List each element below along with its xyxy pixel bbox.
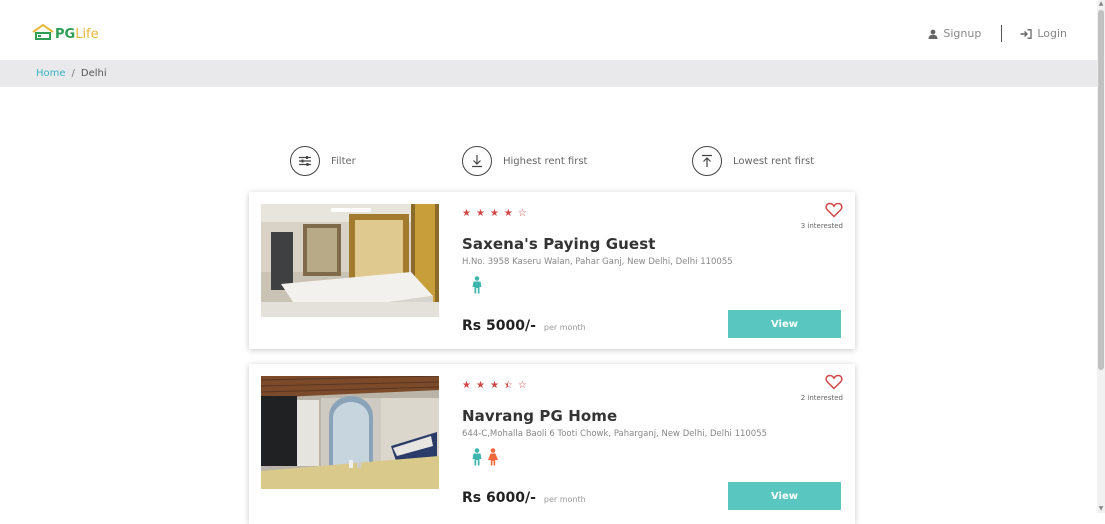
scroll-down-icon[interactable]: ▼	[1097, 505, 1105, 513]
property-card: ★ ★ ★ ★ ☆ 3 interested Saxena's Paying G…	[249, 192, 855, 349]
interested-box: 3 interested	[783, 202, 843, 230]
heart-icon[interactable]	[825, 374, 843, 394]
scroll-up-icon[interactable]: ▲	[1097, 0, 1105, 8]
interested-count: 3 interested	[800, 222, 843, 230]
gender-icons	[471, 276, 483, 294]
rent: Rs 5000/- per month	[462, 318, 586, 334]
signup-link[interactable]: Signup	[928, 27, 981, 40]
breadcrumb-separator: /	[71, 68, 75, 79]
logo-life: Life	[75, 27, 99, 42]
property-image	[261, 376, 439, 489]
login-link[interactable]: Login	[1020, 27, 1067, 40]
rent-amount: Rs 6000/-	[462, 490, 536, 506]
signup-label: Signup	[943, 27, 982, 40]
rent: Rs 6000/- per month	[462, 490, 586, 506]
header: PGLife Signup Login	[0, 0, 1097, 60]
interested-count: 2 interested	[800, 394, 843, 402]
user-icon	[928, 29, 938, 39]
sort-lowest-label: Lowest rent first	[733, 155, 815, 167]
breadcrumb: Home / Delhi	[0, 60, 1097, 87]
property-card: ★ ★ ★ ☆ ★ ☆ 2 interested Navrang PG Home…	[249, 364, 855, 524]
view-button[interactable]: View	[728, 310, 841, 338]
star-half-icon: ☆ ★	[503, 380, 513, 391]
scroll-thumb[interactable]	[1098, 10, 1104, 370]
female-icon	[488, 448, 498, 466]
star-outline-icon: ☆	[517, 208, 527, 219]
sign-in-icon	[1020, 28, 1032, 39]
interested-box: 2 interested	[783, 374, 843, 402]
login-label: Login	[1037, 27, 1067, 40]
star-filled-icon: ★	[462, 380, 471, 391]
nav-divider	[1001, 25, 1003, 42]
rent-unit: per month	[543, 495, 586, 504]
star-filled-icon: ★	[462, 208, 471, 219]
sort-highest-label: Highest rent first	[503, 155, 588, 167]
property-name: Navrang PG Home	[462, 407, 618, 425]
star-filled-icon: ★	[475, 380, 485, 391]
star-outline-icon: ☆	[517, 380, 527, 391]
filter-label: Filter	[331, 155, 356, 167]
star-filled-icon: ★	[503, 208, 513, 219]
star-filled-icon: ★	[475, 208, 485, 219]
rating-stars: ★ ★ ★ ☆ ★ ☆	[462, 380, 527, 391]
heart-icon[interactable]	[825, 202, 843, 222]
filter-icon	[290, 146, 320, 176]
sort-highest-button[interactable]: Highest rent first	[462, 146, 587, 176]
property-address: 644-C,Mohalla Baoli 6 Tooti Chowk, Pahar…	[462, 429, 768, 439]
sort-lowest-button[interactable]: Lowest rent first	[692, 146, 814, 176]
property-image	[261, 204, 439, 317]
logo[interactable]: PGLife	[32, 24, 99, 41]
logo-text: PGLife	[55, 28, 99, 41]
vertical-scrollbar[interactable]: ▲ ▼	[1097, 0, 1105, 513]
arrow-up-icon	[692, 146, 722, 176]
logo-pg: PG	[55, 27, 76, 42]
house-logo-icon	[32, 24, 54, 40]
filter-button[interactable]: Filter	[290, 146, 356, 176]
property-address: H.No. 3958 Kaseru Walan, Pahar Ganj, New…	[462, 257, 733, 267]
gender-icons	[471, 448, 499, 466]
arrow-down-icon	[462, 146, 492, 176]
breadcrumb-home[interactable]: Home	[36, 68, 66, 79]
top-nav: Signup Login	[928, 25, 1067, 42]
rent-amount: Rs 5000/-	[462, 318, 536, 334]
view-button[interactable]: View	[728, 482, 841, 510]
property-name: Saxena's Paying Guest	[462, 235, 656, 253]
breadcrumb-current: Delhi	[80, 68, 107, 79]
male-icon	[472, 448, 482, 466]
rent-unit: per month	[543, 323, 586, 332]
star-filled-icon: ★	[489, 208, 499, 219]
star-filled-icon: ★	[489, 380, 499, 391]
rating-stars: ★ ★ ★ ★ ☆	[462, 208, 527, 219]
male-icon	[472, 276, 482, 294]
